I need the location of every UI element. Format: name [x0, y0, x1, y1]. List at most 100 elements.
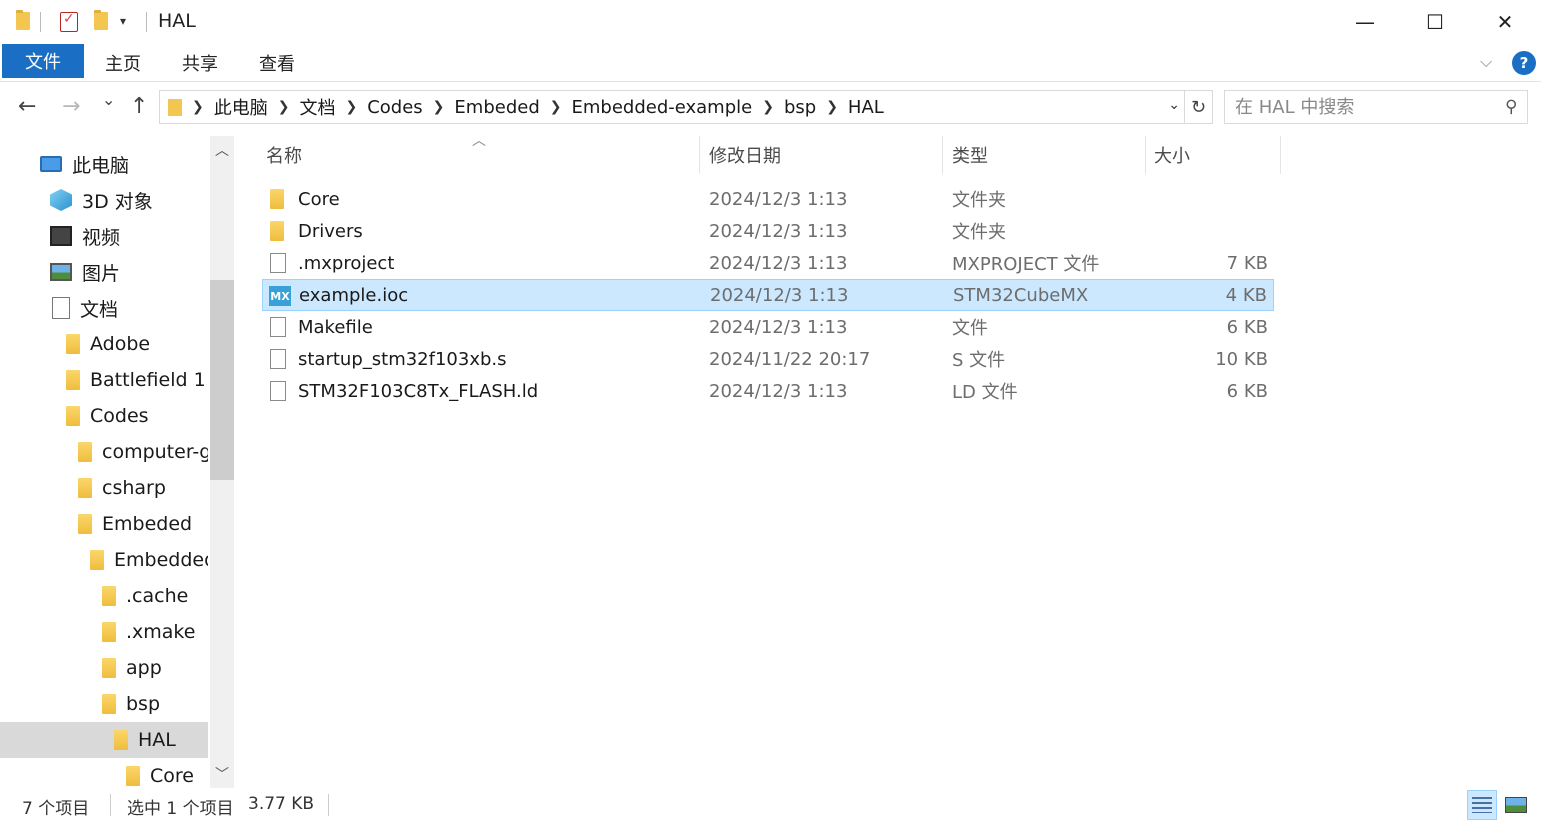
- file-row[interactable]: startup_stm32f103xb.s 2024/11/22 20:17 S…: [262, 343, 1274, 375]
- tab-view[interactable]: 查看: [259, 50, 295, 76]
- breadcrumb-item[interactable]: 此电脑: [214, 94, 268, 120]
- breadcrumb-separator-icon[interactable]: ❯: [550, 99, 562, 115]
- sidebar-item-pictures[interactable]: 图片: [0, 254, 208, 290]
- search-icon[interactable]: ⚲: [1505, 97, 1517, 117]
- sidebar-item-hal[interactable]: HAL: [0, 722, 208, 758]
- sidebar-scrollbar[interactable]: ︿ ﹀: [210, 136, 234, 788]
- column-divider[interactable]: [1145, 136, 1146, 174]
- file-date: 2024/12/3 1:13: [709, 316, 848, 338]
- folder-icon: [126, 766, 140, 786]
- file-row[interactable]: Makefile 2024/12/3 1:13 文件 6 KB: [262, 311, 1274, 343]
- quick-access-dropdown-icon[interactable]: ▾: [120, 14, 126, 28]
- breadcrumb-separator-icon[interactable]: ❯: [826, 99, 838, 115]
- sidebar-item-csharp[interactable]: csharp: [0, 470, 208, 506]
- file-list: ︿ 名称 修改日期 类型 大小 Core 2024/12/3 1:13 文件夹 …: [262, 133, 1282, 786]
- sidebar-item-label: Embedded-example: [114, 549, 208, 571]
- tab-share[interactable]: 共享: [182, 50, 218, 76]
- address-dropdown-icon[interactable]: ⌄: [1168, 97, 1180, 113]
- file-row[interactable]: Core 2024/12/3 1:13 文件夹: [262, 183, 1274, 215]
- breadcrumb-separator-icon[interactable]: ❯: [433, 99, 445, 115]
- expand-ribbon-icon[interactable]: ⌵: [1480, 52, 1492, 72]
- tab-home[interactable]: 主页: [105, 50, 141, 76]
- minimize-button[interactable]: —: [1330, 0, 1400, 44]
- file-type: MXPROJECT 文件: [952, 254, 1100, 275]
- properties-icon[interactable]: [60, 11, 78, 32]
- large-icons-view-button[interactable]: [1501, 790, 1531, 820]
- sidebar-item-label: HAL: [138, 729, 176, 751]
- sidebar-item-cache[interactable]: .cache: [0, 578, 208, 614]
- sidebar-item-videos[interactable]: 视频: [0, 218, 208, 254]
- file-row[interactable]: STM32F103C8Tx_FLASH.ld 2024/12/3 1:13 LD…: [262, 375, 1274, 407]
- 3d-objects-icon: [50, 189, 72, 211]
- scroll-down-icon[interactable]: ﹀: [215, 764, 229, 784]
- sidebar-item-codes[interactable]: Codes: [0, 398, 208, 434]
- sidebar-item-embeded[interactable]: Embeded: [0, 506, 208, 542]
- column-header-type[interactable]: 类型: [952, 136, 1142, 174]
- folder-icon: [78, 442, 92, 462]
- sidebar-item-documents[interactable]: 文档: [0, 290, 208, 326]
- file-size: 6 KB: [1226, 316, 1268, 338]
- search-input[interactable]: [1235, 91, 1495, 123]
- breadcrumb-separator-icon[interactable]: ❯: [278, 99, 290, 115]
- details-view-button[interactable]: [1467, 790, 1497, 820]
- up-button[interactable]: ↑: [130, 94, 148, 119]
- sidebar-item-computer-graphics[interactable]: computer-graphics: [0, 434, 208, 470]
- status-divider: [110, 794, 111, 816]
- breadcrumb-separator-icon[interactable]: ❯: [192, 99, 204, 115]
- sidebar-item-3d-objects[interactable]: 3D 对象: [0, 182, 208, 218]
- file-icon: [270, 317, 286, 337]
- file-row-selected[interactable]: MX example.ioc 2024/12/3 1:13 STM32CubeM…: [262, 279, 1274, 311]
- file-row[interactable]: Drivers 2024/12/3 1:13 文件夹: [262, 215, 1274, 247]
- sidebar-item-battlefield-1[interactable]: Battlefield 1: [0, 362, 208, 398]
- column-header-name[interactable]: 名称: [266, 136, 696, 174]
- selection-size: 3.77 KB: [248, 794, 315, 814]
- status-divider: [328, 794, 329, 816]
- tab-file[interactable]: 文件: [2, 44, 84, 78]
- column-divider[interactable]: [699, 136, 700, 174]
- sidebar-item-bsp[interactable]: bsp: [0, 686, 208, 722]
- selection-count: 选中 1 个项目: [127, 799, 234, 819]
- scroll-up-icon[interactable]: ︿: [215, 140, 229, 160]
- breadcrumb-separator-icon[interactable]: ❯: [345, 99, 357, 115]
- breadcrumb-item[interactable]: Codes: [367, 97, 422, 118]
- close-button[interactable]: ✕: [1470, 0, 1540, 44]
- breadcrumb-item[interactable]: Embedded-example: [571, 97, 752, 118]
- search-box[interactable]: ⚲: [1224, 90, 1528, 124]
- recent-locations-button[interactable]: ⌄: [102, 90, 115, 109]
- pc-icon: [40, 156, 62, 172]
- sidebar-item-core[interactable]: Core: [0, 758, 208, 788]
- sidebar-item-label: Battlefield 1: [90, 369, 206, 391]
- refresh-button[interactable]: ↻: [1184, 91, 1212, 123]
- breadcrumb-item[interactable]: 文档: [299, 94, 335, 120]
- file-name: Makefile: [298, 316, 373, 338]
- breadcrumb-item[interactable]: HAL: [848, 97, 884, 118]
- forward-button[interactable]: →: [62, 94, 80, 119]
- pictures-icon: [50, 263, 72, 281]
- address-bar[interactable]: ❯ 此电脑 ❯ 文档 ❯ Codes ❯ Embeded ❯ Embedded-…: [159, 90, 1213, 124]
- scrollbar-thumb[interactable]: [210, 280, 234, 480]
- file-size: 4 KB: [1225, 284, 1267, 306]
- video-icon: [50, 226, 72, 246]
- file-row[interactable]: .mxproject 2024/12/3 1:13 MXPROJECT 文件 7…: [262, 247, 1274, 279]
- sidebar-item-adobe[interactable]: Adobe: [0, 326, 208, 362]
- sidebar-item-embedded-example[interactable]: Embedded-example: [0, 542, 208, 578]
- file-name: Drivers: [298, 220, 363, 242]
- column-header-size[interactable]: 大小: [1154, 136, 1274, 174]
- column-divider[interactable]: [942, 136, 943, 174]
- breadcrumb-item[interactable]: Embeded: [454, 97, 539, 118]
- sidebar-item-this-pc[interactable]: 此电脑: [0, 146, 208, 182]
- new-folder-icon[interactable]: [94, 10, 108, 30]
- breadcrumb-item[interactable]: bsp: [784, 97, 816, 118]
- back-button[interactable]: ←: [18, 94, 36, 119]
- help-icon[interactable]: ?: [1512, 51, 1536, 75]
- breadcrumb-separator-icon[interactable]: ❯: [762, 99, 774, 115]
- file-date: 2024/12/3 1:13: [709, 188, 848, 210]
- column-divider[interactable]: [1280, 136, 1281, 174]
- sidebar-item-xmake[interactable]: .xmake: [0, 614, 208, 650]
- maximize-button[interactable]: ☐: [1400, 0, 1470, 44]
- sidebar-item-app[interactable]: app: [0, 650, 208, 686]
- documents-icon: [52, 297, 70, 319]
- file-type: 文件夹: [952, 222, 1006, 243]
- column-header-date[interactable]: 修改日期: [709, 136, 939, 174]
- title-bar: ▾ HAL — ☐ ✕: [0, 0, 1541, 44]
